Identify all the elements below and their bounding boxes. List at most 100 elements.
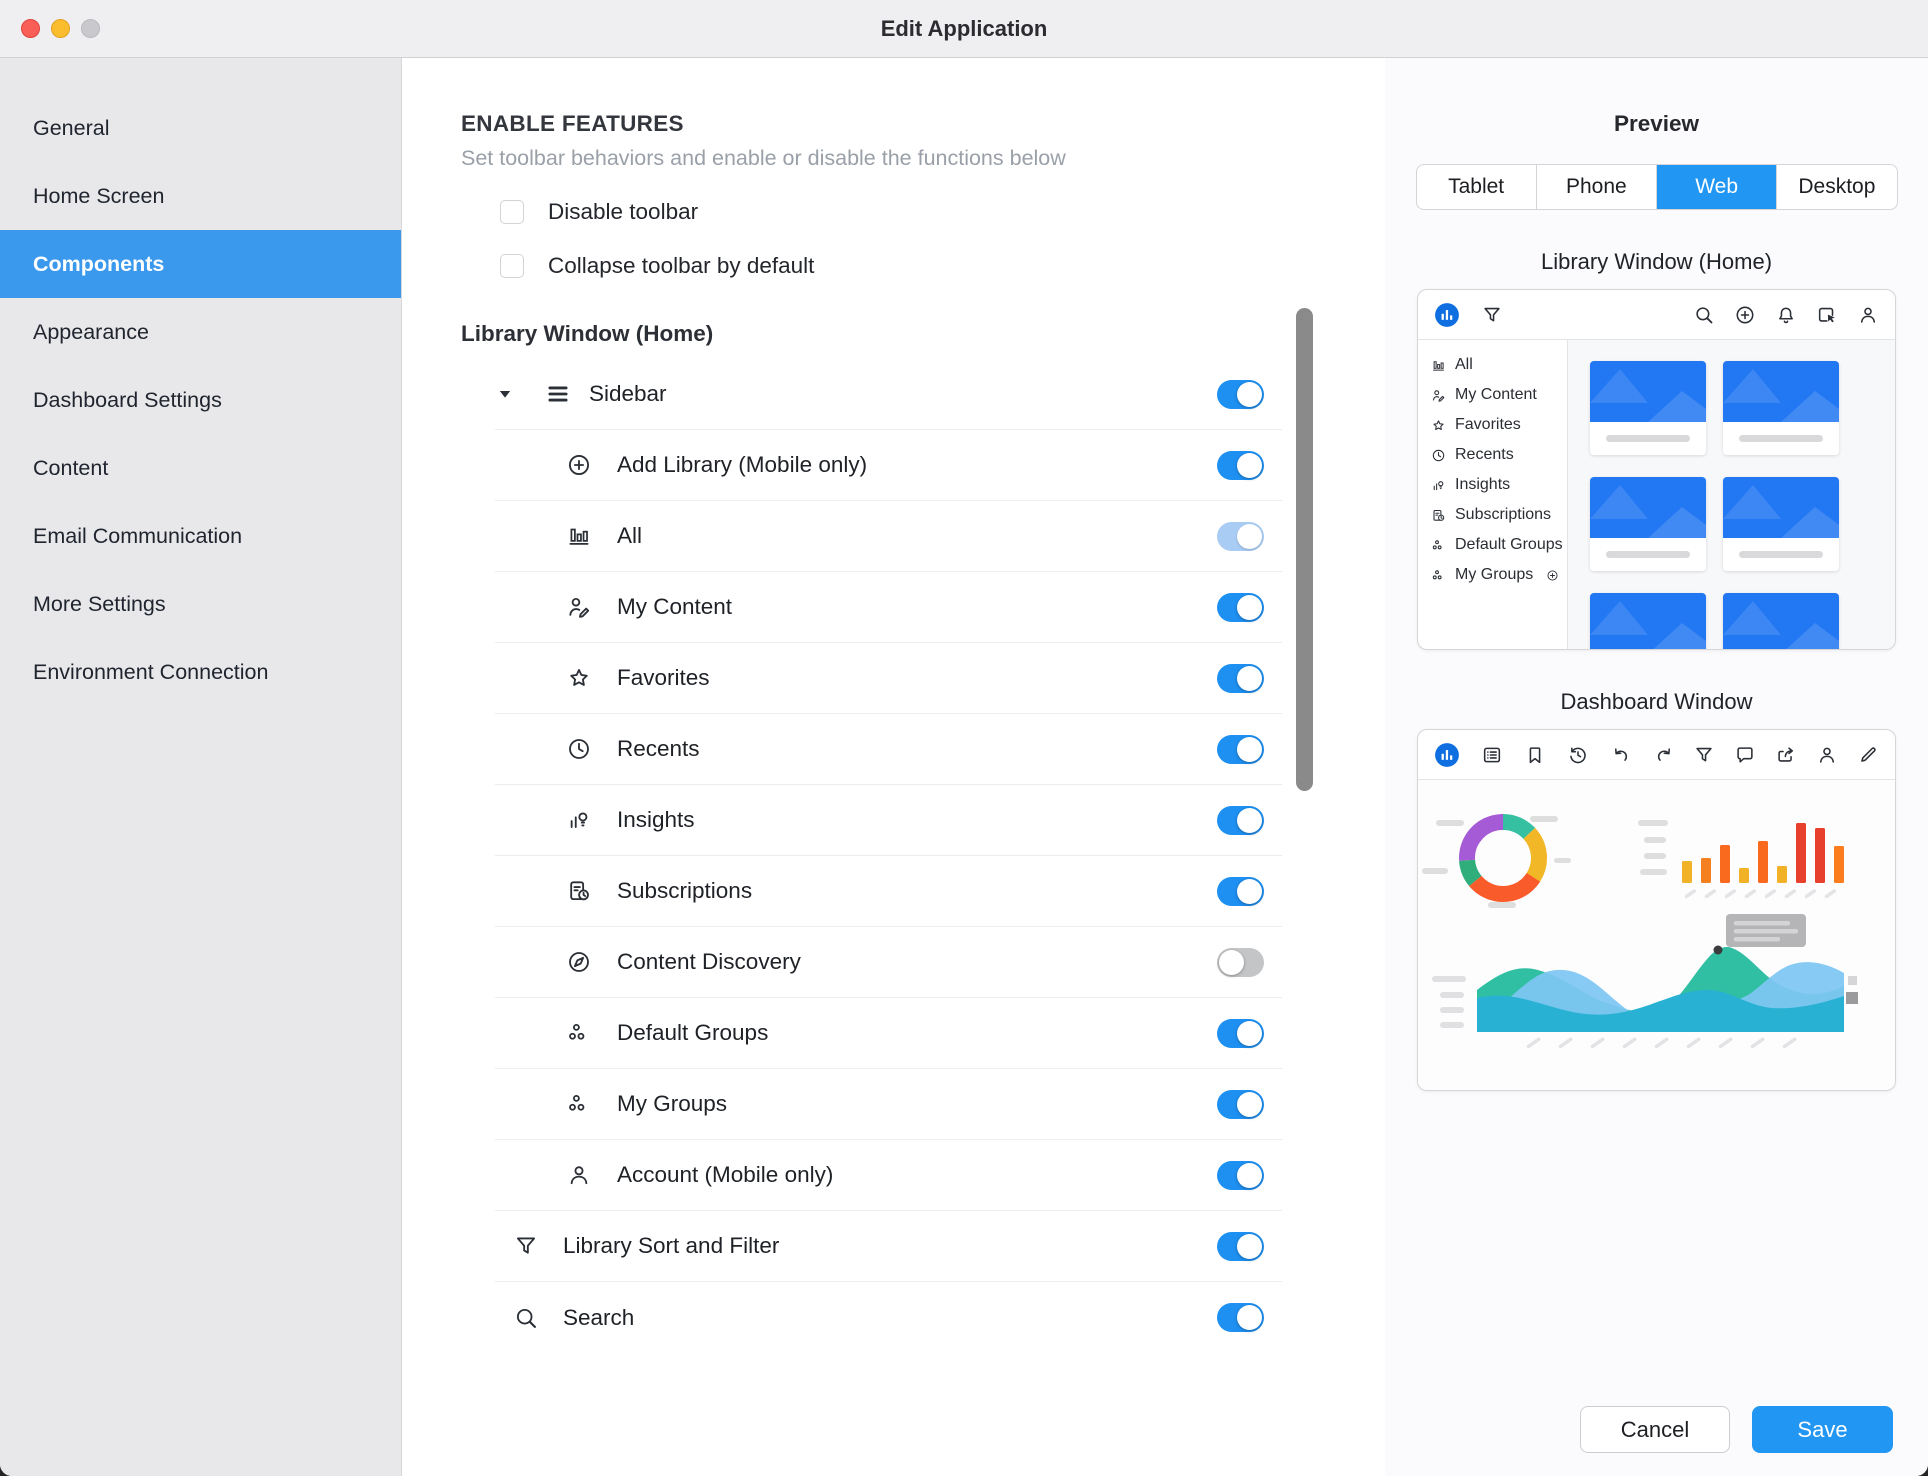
search-icon [1693,304,1715,326]
my-content-toggle[interactable] [1217,593,1264,622]
preview-tab-desktop[interactable]: Desktop [1777,165,1896,209]
preview-sidebar-label: My Content [1455,386,1537,404]
group-dots-icon [1431,568,1446,583]
library-preview-sidebar: AllMy ContentFavoritesRecentsInsightsSub… [1418,340,1568,650]
group-dots-icon [1431,538,1446,553]
recents-toggle[interactable] [1217,735,1264,764]
app-logo-icon [1434,742,1460,768]
preview-sidebar-label: Insights [1455,476,1510,494]
group-dots-icon [566,1091,592,1117]
titlebar: Edit Application [0,0,1928,58]
collapse-toolbar-label: Collapse toolbar by default [548,253,814,279]
feature-label: Add Library (Mobile only) [617,452,867,478]
sidebar-item-more-settings[interactable]: More Settings [0,570,401,638]
feature-label: All [617,523,642,549]
app-logo-icon [1434,302,1460,328]
preview-panel: Preview TabletPhoneWebDesktop Library Wi… [1385,58,1928,1476]
preview-tab-tablet[interactable]: Tablet [1417,165,1537,209]
sidebar-item-environment-connection[interactable]: Environment Connection [0,638,401,706]
sidebar-item-email-communication[interactable]: Email Communication [0,502,401,570]
preview-sidebar-item-all: All [1431,350,1567,380]
doc-clock-icon [1431,508,1446,523]
content-card-thumbnail [1723,361,1839,422]
list-icon [1481,744,1503,766]
preview-tab-web[interactable]: Web [1657,164,1777,210]
content-card [1590,477,1706,571]
library-preview-toolbar [1418,290,1895,340]
feature-row-search: Search [495,1282,1282,1353]
library-sort-and-filter-toggle[interactable] [1217,1232,1264,1261]
feature-label: Default Groups [617,1020,768,1046]
components-panel: ENABLE FEATURES Set toolbar behaviors an… [402,58,1385,1476]
compass-icon [566,949,592,975]
search-toggle[interactable] [1217,1303,1264,1332]
funnel-icon [513,1233,539,1259]
donut-chart [1452,807,1554,909]
history-icon [1567,744,1589,766]
all-toggle[interactable] [1217,522,1264,551]
library-window-preview: AllMy ContentFavoritesRecentsInsightsSub… [1417,289,1896,650]
feature-label: Account (Mobile only) [617,1162,833,1188]
search-icon [513,1305,539,1331]
feature-row-default-groups: Default Groups [495,998,1282,1069]
save-button[interactable]: Save [1752,1406,1893,1453]
sidebar-item-components[interactable]: Components [0,230,401,298]
feature-row-account-mobile-only-: Account (Mobile only) [495,1140,1282,1211]
preview-sidebar-label: Recents [1455,446,1514,464]
preview-tab-phone[interactable]: Phone [1537,165,1657,209]
feature-row-library-sort-and-filter: Library Sort and Filter [495,1211,1282,1282]
my-groups-toggle[interactable] [1217,1090,1264,1119]
scrollbar-thumb[interactable] [1296,308,1313,791]
dashboard-window-preview [1417,729,1896,1091]
funnel-icon [1481,304,1503,326]
cancel-button[interactable]: Cancel [1580,1406,1730,1453]
bar-chart-icon [1431,358,1446,373]
feature-row-insights: Insights [495,785,1282,856]
sidebar-item-general[interactable]: General [0,94,401,162]
sidebar-item-appearance[interactable]: Appearance [0,298,401,366]
settings-sidebar: GeneralHome ScreenComponentsAppearanceDa… [0,58,402,1476]
disclosure-triangle-icon[interactable] [495,384,515,404]
feature-row-content-discovery: Content Discovery [495,927,1282,998]
preview-sidebar-item-default-groups: Default Groups [1431,530,1567,560]
person-icon [1857,304,1879,326]
group-dots-icon [566,1020,592,1046]
feature-row-recents: Recents [495,714,1282,785]
preview-sidebar-item-my-content: My Content [1431,380,1567,410]
star-icon [566,665,592,691]
clock-icon [1431,448,1446,463]
area-chart-illustration [1477,947,1844,1032]
add-library-mobile-only--toggle[interactable] [1217,451,1264,480]
library-toolbar-left [1434,302,1503,328]
dashboard-preview-title: Dashboard Window [1385,689,1928,715]
disable-toolbar-checkbox[interactable] [500,200,524,224]
tooltip-illustration [1726,914,1806,947]
feature-label: Favorites [617,665,710,691]
star-icon [1431,418,1446,433]
feature-label: Insights [617,807,695,833]
collapse-toolbar-row: Collapse toolbar by default [500,253,1385,279]
preview-device-tabs: TabletPhoneWebDesktop [1416,164,1898,210]
insights-toggle[interactable] [1217,806,1264,835]
sidebar-toggle[interactable] [1217,380,1264,409]
sidebar-item-home-screen[interactable]: Home Screen [0,162,401,230]
bookmark-icon [1524,744,1546,766]
sidebar-item-dashboard-settings[interactable]: Dashboard Settings [0,366,401,434]
collapse-toolbar-checkbox[interactable] [500,254,524,278]
preview-sidebar-label: Default Groups [1455,536,1563,554]
favorites-toggle[interactable] [1217,664,1264,693]
dashboard-toolbar-left [1434,742,1675,768]
sidebar-item-content[interactable]: Content [0,434,401,502]
content-card-thumbnail [1723,477,1839,538]
content-discovery-toggle[interactable] [1217,948,1264,977]
account-mobile-only--toggle[interactable] [1217,1161,1264,1190]
comment-icon [1734,744,1756,766]
circle-plus-icon [1546,569,1559,582]
clock-icon [566,736,592,762]
content-card-title-placeholder [1723,538,1839,571]
content-card [1723,477,1839,571]
doc-clock-icon [566,878,592,904]
content-card [1590,593,1706,650]
default-groups-toggle[interactable] [1217,1019,1264,1048]
subscriptions-toggle[interactable] [1217,877,1264,906]
